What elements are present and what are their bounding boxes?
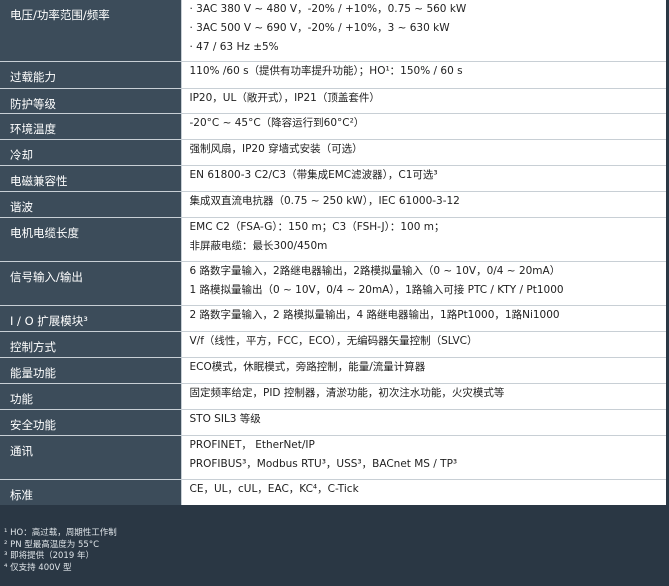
value-line: STO SIL3 等级 [189,412,261,425]
spec-row: 电磁兼容性 EN 61800-3 C2/C3（带集成EMC滤波器），C1可选³ [0,164,666,191]
spec-row: 环境温度 -20°C ~ 45°C（降容运行到60°C²） [0,112,666,139]
row-label: 控制方式 [0,330,181,357]
footnote: ² PN 型最高温度为 55°C [4,539,99,550]
row-value: V/f（线性，平方，FCC，ECO），无编码器矢量控制（SLVC） [180,330,666,357]
footnotes: ¹ HO：高过载，周期性工作制 ² PN 型最高温度为 55°C ³ 即将提供（… [4,528,117,574]
spec-row: 冷却 强制风扇，IP20 穿墙式安装（可选） [0,138,666,165]
value-line: · 3AC 380 V ~ 480 V，-20% / +10%，0.75 ~ 5… [189,3,467,15]
row-value: 2 路数字量输入，2 路模拟量输出，4 路继电器输出，1路Pt1000，1路Ni… [180,304,666,331]
row-value: -20°C ~ 45°C（降容运行到60°C²） [180,112,666,139]
value-line: 固定频率给定，PID 控制器，清淤功能，初次注水功能，火灾模式等 [189,386,505,399]
value-line: EN 61800-3 C2/C3（带集成EMC滤波器），C1可选³ [189,168,438,181]
row-label: 功能 [0,382,181,409]
spec-row: 安全功能 STO SIL3 等级 [0,408,666,435]
row-value: · 3AC 380 V ~ 480 V，-20% / +10%，0.75 ~ 5… [180,0,666,61]
spec-row: 谐波 集成双直流电抗器（0.75 ~ 250 kW），IEC 61000-3-12 [0,190,666,217]
value-line: PROFINET， EtherNet/IP [189,438,315,451]
row-label: 谐波 [0,190,181,217]
row-value: 集成双直流电抗器（0.75 ~ 250 kW），IEC 61000-3-12 [180,190,666,217]
row-label: 冷却 [0,138,181,165]
row-value: STO SIL3 等级 [180,408,666,435]
value-line: V/f（线性，平方，FCC，ECO），无编码器矢量控制（SLVC） [189,334,478,347]
value-line: ECO模式，休眠模式，旁路控制，能量/流量计算器 [189,360,426,373]
row-value: PROFINET， EtherNet/IP PROFIBUS³，Modbus RT… [180,434,666,479]
row-label: 标准 [0,478,181,505]
row-label: 电机电缆长度 [0,216,181,261]
value-line: PROFIBUS³，Modbus RTU³，USS³，BACnet MS / T… [189,457,458,470]
row-value: ECO模式，休眠模式，旁路控制，能量/流量计算器 [180,356,666,383]
spec-row: 过载能力 110% /60 s（提供有功率提升功能）；HO¹：150% / 60 … [0,60,666,88]
spec-row: 信号输入/输出 6 路数字量输入，2路继电器输出，2路模拟量输入（0 ~ 10V，… [0,260,666,305]
value-line: 110% /60 s（提供有功率提升功能）；HO¹：150% / 60 s [189,64,463,77]
spec-row: 能量功能 ECO模式，休眠模式，旁路控制，能量/流量计算器 [0,356,666,383]
value-line: 强制风扇，IP20 穿墙式安装（可选） [189,142,363,155]
row-value: IP20，UL（敞开式），IP21（顶盖套件） [180,87,666,113]
value-line: EMC C2（FSA-G）：150 m；C3（FSH-J）：100 m； [189,220,445,233]
row-label: 环境温度 [0,112,181,139]
row-label: 信号输入/输出 [0,260,181,305]
spec-row: 控制方式 V/f（线性，平方，FCC，ECO），无编码器矢量控制（SLVC） [0,330,666,357]
row-label: 安全功能 [0,408,181,435]
row-label: I / O 扩展模块³ [0,304,181,331]
footnote: ³ 即将提供（2019 年） [4,551,94,561]
row-label: 过载能力 [0,60,181,88]
row-label: 能量功能 [0,356,181,383]
row-value: 固定频率给定，PID 控制器，清淤功能，初次注水功能，火灾模式等 [180,382,666,409]
row-value: 110% /60 s（提供有功率提升功能）；HO¹：150% / 60 s [180,60,666,88]
value-line: 2 路数字量输入，2 路模拟量输出，4 路继电器输出，1路Pt1000，1路Ni… [189,308,560,321]
value-line: -20°C ~ 45°C（降容运行到60°C²） [189,116,365,129]
spec-row: I / O 扩展模块³ 2 路数字量输入，2 路模拟量输出，4 路继电器输出，1路… [0,304,666,331]
row-label: 防护等级 [0,87,181,113]
value-line: · 47 / 63 Hz ±5% [189,41,279,53]
value-line: · 3AC 500 V ~ 690 V，-20% / +10%，3 ~ 630 … [189,22,450,34]
spec-row: 电机电缆长度 EMC C2（FSA-G）：150 m；C3（FSH-J）：100 … [0,216,666,261]
row-value: EMC C2（FSA-G）：150 m；C3（FSH-J）：100 m； 非屏蔽电… [180,216,666,261]
row-label: 电压/功率范围/频率 [0,0,181,61]
spec-table: 电压/功率范围/频率 · 3AC 380 V ~ 480 V，-20% / +10… [0,0,666,505]
row-label: 电磁兼容性 [0,164,181,191]
value-line: 集成双直流电抗器（0.75 ~ 250 kW），IEC 61000-3-12 [189,194,460,207]
value-line: 1 路模拟量输出（0 ~ 10V，0/4 ~ 20mA），1路输入可接 PTC … [189,283,564,296]
spec-row: 功能 固定频率给定，PID 控制器，清淤功能，初次注水功能，火灾模式等 [0,382,666,409]
row-label: 通讯 [0,434,181,479]
spec-row: 标准 CE，UL，cUL，EAC，KC⁴，C-Tick [0,478,666,505]
value-line: 6 路数字量输入，2路继电器输出，2路模拟量输入（0 ~ 10V，0/4 ~ 2… [189,264,561,277]
spec-row: 通讯 PROFINET， EtherNet/IP PROFIBUS³，Modbus … [0,434,666,479]
row-value: 6 路数字量输入，2路继电器输出，2路模拟量输入（0 ~ 10V，0/4 ~ 2… [180,260,666,305]
footnote: ⁴ 仅支持 400V 型 [4,562,72,573]
spec-row: 防护等级 IP20，UL（敞开式），IP21（顶盖套件） [0,87,666,113]
value-line: CE，UL，cUL，EAC，KC⁴，C-Tick [189,482,359,495]
value-line: 非屏蔽电缆：最长300/450m [189,239,328,252]
row-value: EN 61800-3 C2/C3（带集成EMC滤波器），C1可选³ [180,164,666,191]
footnote: ¹ HO：高过载，周期性工作制 [4,528,117,538]
spec-row: 电压/功率范围/频率 · 3AC 380 V ~ 480 V，-20% / +10… [0,0,666,61]
value-line: IP20，UL（敞开式），IP21（顶盖套件） [189,91,380,104]
row-value: 强制风扇，IP20 穿墙式安装（可选） [180,138,666,165]
row-value: CE，UL，cUL，EAC，KC⁴，C-Tick [180,478,666,505]
